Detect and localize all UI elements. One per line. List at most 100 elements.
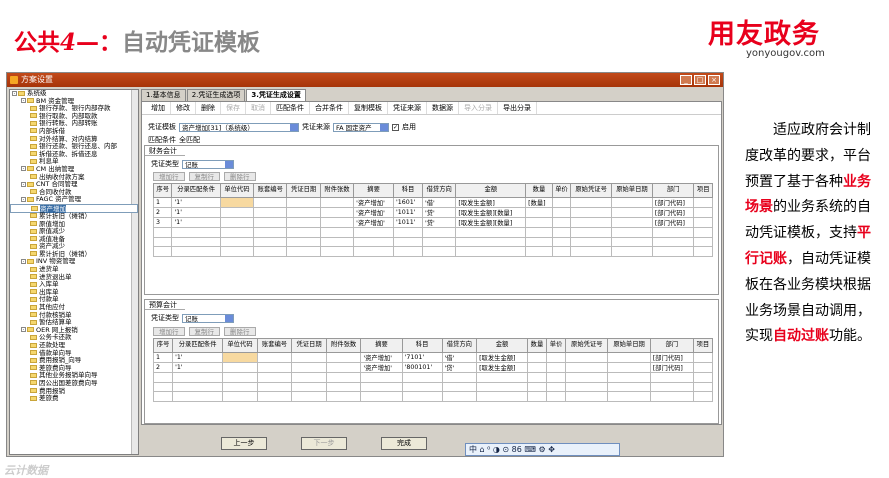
table-cell[interactable] — [570, 236, 613, 247]
table-cell[interactable] — [551, 207, 572, 218]
table-cell[interactable] — [455, 246, 527, 257]
toolbar-button[interactable]: 合并条件 — [310, 102, 349, 114]
column-header[interactable]: 单位代码 — [219, 183, 255, 198]
finish-button[interactable]: 完成 — [381, 437, 427, 450]
table-cell[interactable] — [692, 372, 714, 383]
column-header[interactable]: 摘要 — [360, 338, 403, 353]
table-cell[interactable] — [692, 381, 714, 392]
column-header[interactable]: 部门 — [649, 338, 694, 353]
table-cell[interactable] — [565, 352, 609, 363]
table-row[interactable]: 3'1' '资产增加' '1011' '贷' [取发生金额][数量] [部门代码] — [152, 217, 713, 228]
toolbar-button[interactable]: 修改 — [171, 102, 196, 114]
table-cell[interactable] — [325, 352, 362, 363]
enable-checkbox[interactable]: ✓ — [392, 123, 399, 131]
table-cell[interactable] — [526, 352, 548, 363]
table-cell[interactable] — [360, 372, 403, 383]
table-cell[interactable] — [551, 197, 572, 208]
table-cell[interactable] — [526, 362, 548, 373]
table-cell[interactable] — [693, 197, 713, 208]
table-cell[interactable] — [455, 227, 527, 238]
table-cell[interactable]: '资产增加' — [353, 197, 395, 208]
table-cell[interactable] — [570, 217, 613, 228]
table-cell[interactable] — [171, 246, 221, 257]
table-cell[interactable] — [219, 217, 255, 228]
table-cell[interactable] — [565, 381, 609, 392]
table-cell[interactable] — [286, 197, 321, 208]
table-cell[interactable]: '1' — [171, 207, 221, 218]
empty-row[interactable] — [152, 381, 714, 392]
table-cell[interactable] — [172, 372, 224, 383]
table-cell[interactable] — [256, 362, 293, 373]
table-cell[interactable] — [441, 391, 478, 402]
table-cell[interactable] — [253, 217, 288, 228]
table-cell[interactable] — [565, 372, 609, 383]
column-header[interactable]: 原始单日期 — [611, 183, 653, 198]
toolbar-button[interactable]: 保存 — [221, 102, 246, 114]
table-cell[interactable]: 2 — [152, 207, 173, 218]
table-cell[interactable] — [286, 227, 321, 238]
table-cell[interactable] — [607, 352, 651, 363]
table-cell[interactable] — [172, 391, 224, 402]
column-header[interactable]: 附件张数 — [325, 338, 362, 353]
column-header[interactable]: 分录匹配条件 — [172, 338, 224, 353]
table-cell[interactable] — [325, 391, 362, 402]
ime-toolbar[interactable]: 中 ⌂ ⁰ ◑ ⊙ 86 ⌨ ⚙ ✥ — [465, 443, 620, 456]
table-cell[interactable]: [取发生金额][数量] — [455, 207, 527, 218]
table-cell[interactable] — [291, 381, 327, 392]
toolbar-button[interactable]: 删除 — [196, 102, 221, 114]
template-select[interactable]: 资产增加[31]（系统级） — [179, 122, 299, 132]
column-header[interactable]: 附件张数 — [319, 183, 355, 198]
tab-financial[interactable]: 财务会计 — [145, 146, 185, 156]
table-cell[interactable] — [291, 362, 327, 373]
column-header[interactable]: 序号 — [152, 183, 173, 198]
prev-button[interactable]: 上一步 — [221, 437, 267, 450]
table-cell[interactable] — [441, 372, 478, 383]
tree-item[interactable]: 原值减少 — [10, 227, 138, 236]
table-cell[interactable]: '1' — [171, 217, 221, 228]
table-cell[interactable]: '1011' — [393, 217, 424, 228]
table-cell[interactable] — [286, 246, 321, 257]
tree-item[interactable]: 累计折旧（摊销） — [10, 212, 138, 221]
table-cell[interactable]: [部门代码] — [649, 352, 694, 363]
column-header[interactable]: 部门 — [651, 183, 695, 198]
column-header[interactable]: 科目 — [393, 183, 424, 198]
table-cell[interactable]: [部门代码] — [651, 197, 695, 208]
table-cell[interactable] — [570, 207, 613, 218]
scheme-tree[interactable]: - 系统级 - BM 资金管理 银行存款、银行内部存款 银行取款、内部取款 银行转账、内部转… — [9, 89, 139, 455]
table-cell[interactable]: '借' — [441, 352, 478, 363]
table-cell[interactable] — [319, 236, 355, 247]
table-cell[interactable]: [取发生金额] — [476, 352, 528, 363]
table-cell[interactable] — [649, 391, 694, 402]
budget-grid[interactable]: 序号 分录匹配条件 单位代码 账套编号 凭证日期 附件张数 摘要 科目 借贷方向 金额 数量 单价 原始… — [152, 338, 714, 402]
empty-row[interactable] — [152, 246, 713, 257]
column-header[interactable]: 科目 — [401, 338, 443, 353]
toolbar-button[interactable]: 匹配条件 — [271, 102, 310, 114]
table-cell[interactable]: '1' — [171, 197, 221, 208]
tree-item[interactable]: 费用报销_向导 — [10, 356, 138, 365]
table-cell[interactable] — [607, 362, 651, 373]
tree-item[interactable]: 付款核销单 — [10, 311, 138, 320]
table-cell[interactable] — [526, 372, 548, 383]
table-cell[interactable]: [取发生金额][数量] — [455, 217, 527, 228]
column-header[interactable]: 原始凭证号 — [570, 183, 613, 198]
column-header[interactable]: 单价 — [551, 183, 572, 198]
table-cell[interactable] — [172, 381, 224, 392]
toolbar-button[interactable]: 增加 — [146, 102, 171, 114]
table-cell[interactable] — [219, 236, 255, 247]
table-cell[interactable] — [545, 352, 567, 363]
minimize-button[interactable]: _ — [680, 75, 692, 85]
tree-item[interactable]: 原值增加 — [10, 220, 138, 229]
column-header[interactable]: 金额 — [455, 183, 527, 198]
table-cell[interactable] — [353, 246, 395, 257]
fin-delete-row-button[interactable]: 删除行 — [224, 172, 256, 181]
table-cell[interactable] — [325, 381, 362, 392]
table-cell[interactable]: '资产增加' — [360, 352, 403, 363]
table-cell[interactable]: '1601' — [393, 197, 424, 208]
table-cell[interactable] — [611, 236, 653, 247]
table-cell[interactable] — [319, 217, 355, 228]
table-cell[interactable] — [393, 236, 424, 247]
table-cell[interactable]: [部门代码] — [651, 217, 695, 228]
fin-type-select[interactable]: 记账 — [182, 159, 234, 169]
table-cell[interactable] — [256, 352, 293, 363]
budget-copy-row-button[interactable]: 复制行 — [188, 327, 220, 336]
